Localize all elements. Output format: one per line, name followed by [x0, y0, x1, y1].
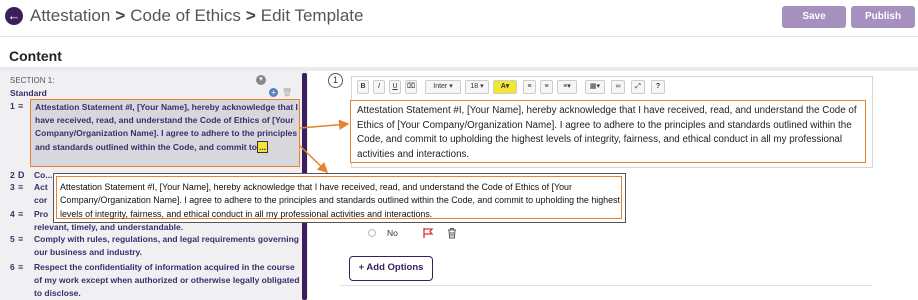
- question-number-badge: 1: [328, 73, 343, 88]
- align-icon[interactable]: ≡▾: [557, 80, 577, 94]
- list-icon: ≡: [18, 234, 24, 244]
- editor-content[interactable]: Attestation Statement #I, [Your Name], h…: [350, 100, 866, 163]
- font-select[interactable]: Inter ▾: [425, 80, 461, 94]
- italic-button[interactable]: I: [373, 80, 385, 94]
- save-button[interactable]: Save: [782, 6, 846, 28]
- fullscreen-icon[interactable]: ⤢: [631, 80, 645, 94]
- divider: [340, 285, 872, 286]
- list-icon: ≡: [18, 101, 24, 111]
- delete-option-icon[interactable]: [446, 227, 458, 239]
- underline-button[interactable]: U: [389, 80, 401, 94]
- table-icon[interactable]: ▦▾: [585, 80, 605, 94]
- breadcrumb-separator: >: [245, 6, 256, 25]
- eraser-icon[interactable]: ⌧: [405, 80, 417, 94]
- text-tooltip: Attestation Statement #I, [Your Name], h…: [53, 173, 626, 223]
- list-icon: ≡: [18, 182, 24, 192]
- breadcrumb-item-edit-template: Edit Template: [260, 6, 364, 25]
- list-icon: ≡: [18, 209, 24, 219]
- numbered-list-icon[interactable]: ≡: [540, 80, 553, 94]
- breadcrumb-separator: >: [115, 6, 126, 25]
- question-text: Attestation Statement #I, [Your Name], h…: [35, 102, 298, 153]
- add-options-button[interactable]: + Add Options: [349, 256, 433, 281]
- breadcrumb: Attestation > Code of Ethics > Edit Template: [30, 6, 363, 26]
- breadcrumb-item-code-of-ethics[interactable]: Code of Ethics: [130, 6, 241, 25]
- trash-icon[interactable]: 🗑: [282, 88, 292, 97]
- radio-no[interactable]: [368, 229, 376, 237]
- page-header: ← Attestation > Code of Ethics > Edit Templa…: [0, 0, 918, 36]
- breadcrumb-item-attestation[interactable]: Attestation: [30, 6, 110, 25]
- editor-toolbar: B I U ⌧ Inter ▾ 18 ▾ A▾ ≡ ≡ ≡▾ ▦▾ ∞ ⤢ ?: [351, 77, 873, 97]
- header-divider: [0, 36, 918, 37]
- publish-button[interactable]: Publish: [851, 6, 915, 28]
- option-no-label: No: [387, 228, 398, 238]
- text-color-button[interactable]: A▾: [493, 80, 517, 94]
- tooltip-highlight: Attestation Statement #I, [Your Name], h…: [56, 176, 622, 219]
- chevron-down-icon[interactable]: ▾: [256, 75, 266, 85]
- bullet-list-icon[interactable]: ≡: [523, 80, 536, 94]
- tooltip-text: Attestation Statement #I, [Your Name], h…: [60, 182, 620, 219]
- add-question-icon[interactable]: +: [269, 88, 278, 97]
- font-size-select[interactable]: 18 ▾: [465, 80, 489, 94]
- flag-icon[interactable]: [422, 227, 434, 239]
- link-icon[interactable]: ∞: [611, 80, 625, 94]
- ellipsis-highlight: ...: [256, 140, 269, 153]
- back-arrow-icon[interactable]: ←: [5, 7, 23, 25]
- bold-button[interactable]: B: [357, 80, 369, 94]
- content-title: Content: [9, 48, 62, 64]
- section-name: Standard: [10, 88, 47, 98]
- section-label: SECTION 1:: [10, 76, 55, 85]
- list-icon: ≡: [18, 262, 24, 272]
- question-item-selected[interactable]: Attestation Statement #I, [Your Name], h…: [30, 99, 300, 167]
- help-button[interactable]: ?: [651, 80, 665, 94]
- editor-text: Attestation Statement #I, [Your Name], h…: [357, 105, 857, 160]
